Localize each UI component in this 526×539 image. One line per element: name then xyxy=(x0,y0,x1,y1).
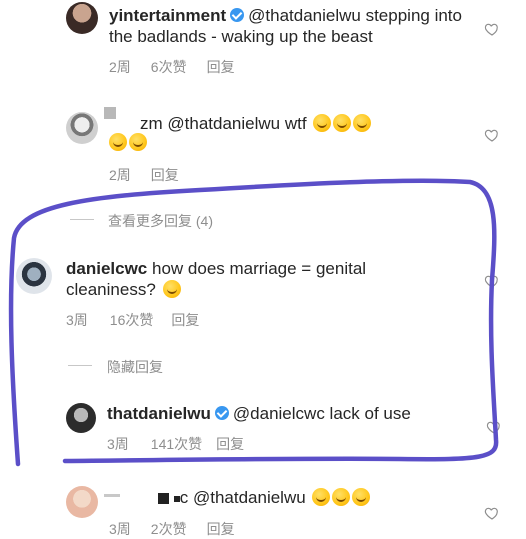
annotation-loop xyxy=(8,178,499,467)
